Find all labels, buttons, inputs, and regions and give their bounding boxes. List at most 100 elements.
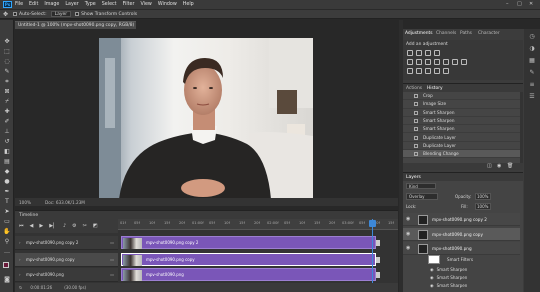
auto-select-dropdown[interactable]: Layer [50,11,72,17]
prev-frame-icon[interactable]: ◀ [30,223,34,229]
layer-name[interactable]: mpv-shot0090.png [432,246,472,251]
visibility-eye-icon[interactable]: ◉ [406,246,411,251]
track-header[interactable]: › mpv-shot0090.png copy 2 ▭ [15,236,118,250]
transition-icon[interactable]: ◩ [93,223,98,229]
camera-icon[interactable]: ▭ [110,240,114,245]
history-item[interactable]: Blending Change [403,150,520,159]
smart-filters-row[interactable]: Smart Filters [447,255,507,263]
blur-icon[interactable]: ◆ [3,168,11,176]
history-panel-icon[interactable]: ◷ [528,33,536,41]
gradient-icon[interactable]: ▤ [3,158,11,166]
eye-icon[interactable]: ◉ [430,275,434,280]
gradient-map-icon[interactable] [434,68,440,74]
close-button[interactable]: ✕ [529,1,533,7]
playhead-handle[interactable] [369,220,376,227]
menu-edit[interactable]: Edit [29,2,38,7]
expand-arrow-icon[interactable]: › [19,240,21,245]
layer-name[interactable]: mpv-shot0090.png copy 2 [432,217,487,222]
render-icon[interactable]: ↻ [19,285,22,290]
eraser-icon[interactable]: ◧ [3,148,11,156]
split-icon[interactable]: ✂ [83,223,87,229]
menu-file[interactable]: File [15,2,23,7]
clip-end-handle[interactable] [376,272,380,278]
eyedropper-icon[interactable]: ⌿ [3,98,11,106]
libraries-icon[interactable]: ☰ [528,93,536,101]
menu-image[interactable]: Image [44,2,59,7]
history-brush-icon[interactable]: ↺ [3,138,11,146]
tab-character[interactable]: Character [478,31,500,36]
color-panel-icon[interactable]: ◑ [528,45,536,53]
track-header[interactable]: › mpv-shot0090.png ▭ [15,268,118,282]
history-item[interactable]: Smart Sharpen [403,125,520,134]
settings-icon[interactable]: ⚙ [72,223,76,229]
visibility-eye-icon[interactable]: ◉ [406,217,411,222]
menu-window[interactable]: Window [158,2,177,7]
dodge-icon[interactable]: ● [3,178,11,186]
marquee-icon[interactable]: ⬚ [3,48,11,56]
camera-icon[interactable]: ▭ [110,257,114,262]
brush-icon[interactable]: ✐ [3,118,11,126]
tab-adjustments[interactable]: Adjustments [405,31,433,36]
path-select-icon[interactable]: ➤ [3,208,11,216]
foreground-color-swatch[interactable] [3,262,9,268]
maximize-button[interactable]: □ [517,1,522,7]
video-clip[interactable]: mpv-shot0090.png copy [121,253,380,266]
canvas-photo[interactable] [99,38,313,199]
kind-filter[interactable]: Kind [406,183,436,189]
quick-select-icon[interactable]: ✎ [3,68,11,76]
smart-filter-mask[interactable] [428,255,440,264]
exposure-icon[interactable] [434,50,440,56]
brush-settings-icon[interactable]: ✎ [528,69,536,77]
expand-arrow-icon[interactable]: › [19,272,21,277]
brightness-icon[interactable] [407,50,413,56]
menu-view[interactable]: View [140,2,151,7]
layer-row[interactable]: ◉ mpv-shot0090.png [403,242,520,255]
tab-channels[interactable]: Channels [436,31,456,36]
layer-row[interactable]: ◉ mpv-shot0090.png copy 2 [403,213,520,226]
layer-name[interactable]: mpv-shot0090.png copy [432,232,483,237]
color-lookup-icon[interactable] [461,59,467,65]
layer-row[interactable]: ◉ mpv-shot0090.png copy [403,228,520,241]
menu-help[interactable]: Help [183,2,194,7]
photo-filter-icon[interactable] [443,59,449,65]
history-item[interactable]: Image Size [403,100,520,109]
channel-mixer-icon[interactable] [452,59,458,65]
play-icon[interactable]: ▶ [39,223,43,229]
zoom-level[interactable]: 100% [19,200,31,205]
invert-icon[interactable] [407,68,413,74]
tab-history[interactable]: History [427,86,443,91]
menu-filter[interactable]: Filter [123,2,135,7]
vibrance-icon[interactable] [407,59,413,65]
rectangle-icon[interactable]: ▭ [3,218,11,226]
fill-input[interactable]: 100% [475,203,491,210]
tab-layers[interactable]: Layers [403,172,523,181]
filter-row[interactable]: ◉ Smart Sharpen [430,273,510,281]
document-tab[interactable]: Untitled-1 @ 100% (mpv-shot0090.png copy… [15,21,136,36]
properties-icon[interactable]: ≡ [528,81,536,89]
lasso-icon[interactable]: ◌ [3,58,11,66]
opacity-input[interactable]: 100% [475,193,491,200]
history-item[interactable]: Duplicate Layer [403,134,520,142]
threshold-icon[interactable] [425,68,431,74]
clip-end-handle[interactable] [376,257,380,263]
camera-icon[interactable]: ▭ [110,272,114,277]
playhead-line[interactable] [372,219,373,292]
pen-icon[interactable]: ✒ [3,188,11,196]
clip-end-handle[interactable] [376,240,380,246]
expand-arrow-icon[interactable]: › [19,257,21,262]
swatches-icon[interactable]: ▦ [528,57,536,65]
more-tools-icon[interactable]: … [3,248,11,256]
timeline-tab[interactable]: Timeline [15,210,398,219]
snapshot-icon[interactable]: ◫ [487,163,492,169]
move-icon[interactable]: ✥ [3,38,11,46]
hue-saturation-icon[interactable] [416,59,422,65]
first-frame-icon[interactable]: ⏮ [19,223,24,229]
history-item[interactable]: Duplicate Layer [403,142,520,151]
filter-row[interactable]: ◉ Smart Sharpen [430,265,510,273]
visibility-eye-icon[interactable]: ◉ [406,232,411,237]
levels-icon[interactable] [416,50,422,56]
menu-type[interactable]: Type [85,2,96,7]
selective-color-icon[interactable] [443,68,449,74]
history-item[interactable]: Crop [403,92,520,101]
posterize-icon[interactable] [416,68,422,74]
